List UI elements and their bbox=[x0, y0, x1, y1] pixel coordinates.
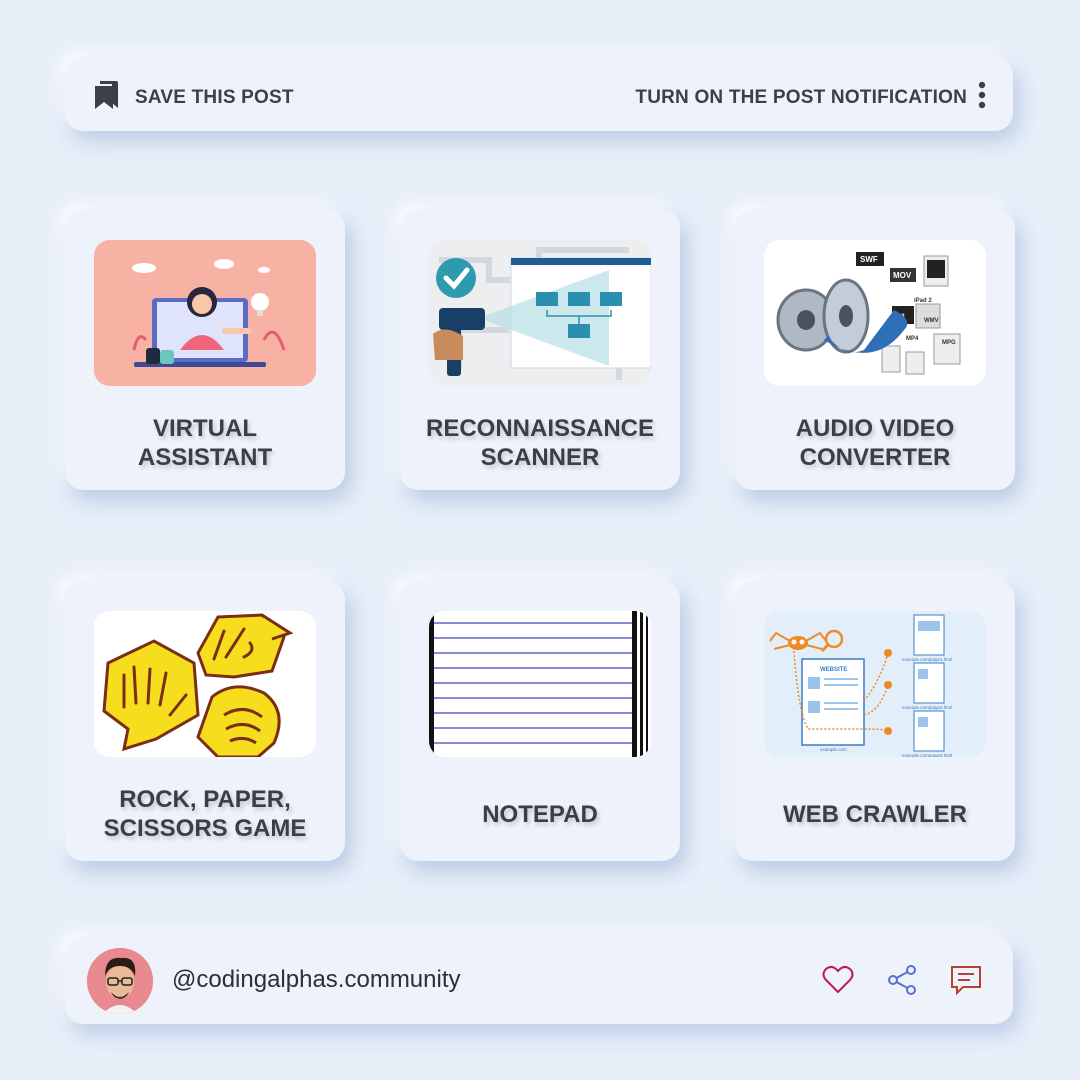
card-title: RECONNAISSANCE SCANNER bbox=[425, 415, 655, 471]
project-card-virtual-assistant[interactable]: VIRTUAL ASSISTANT bbox=[65, 210, 345, 490]
comment-icon[interactable] bbox=[949, 963, 983, 997]
page3-url-label: example.com/page3.html bbox=[902, 753, 952, 757]
format-label-mov: MOV bbox=[893, 271, 912, 280]
bookmark-icon bbox=[93, 80, 119, 115]
card-title: WEB CRAWLER bbox=[783, 800, 967, 828]
notification-toggle[interactable]: TURN ON THE POST NOTIFICATION bbox=[635, 81, 987, 114]
format-label-mp4: MP4 bbox=[906, 336, 919, 342]
avatar[interactable] bbox=[87, 948, 153, 1014]
project-card-rock-paper-scissors[interactable]: ROCK, PAPER, SCISSORS GAME bbox=[65, 581, 345, 861]
format-label-mpg: MPG bbox=[942, 340, 956, 346]
page1-url-label: example.com/page1.html bbox=[902, 657, 952, 662]
project-card-audio-video-converter[interactable]: SWF MOV iPad 2 WMV AVI MP4 MPG AUDIO VID… bbox=[735, 210, 1015, 490]
save-post-button[interactable]: SAVE THIS POST bbox=[93, 80, 294, 115]
share-icon[interactable] bbox=[885, 963, 919, 997]
card-title: NOTEPAD bbox=[482, 800, 598, 828]
project-card-web-crawler[interactable]: WEBSITE example.com/page1.html example.c… bbox=[735, 581, 1015, 861]
more-vertical-icon[interactable] bbox=[977, 81, 987, 114]
website-label: WEBSITE bbox=[820, 667, 847, 673]
project-card-reconnaissance-scanner[interactable]: RECONNAISSANCE SCANNER bbox=[400, 210, 680, 490]
author-bar: @codingalphas.community bbox=[65, 938, 1013, 1024]
project-card-notepad[interactable]: NOTEPAD bbox=[400, 581, 680, 861]
save-post-label: SAVE THIS POST bbox=[135, 86, 294, 108]
rock-paper-scissors-image bbox=[94, 611, 316, 757]
virtual-assistant-image bbox=[94, 240, 316, 386]
format-label-wmv: WMV bbox=[924, 318, 939, 324]
format-label-swf: SWF bbox=[860, 255, 878, 264]
format-label-ipad2: iPad 2 bbox=[914, 298, 932, 304]
card-title: AUDIO VIDEO CONVERTER bbox=[795, 415, 955, 471]
scanner-image bbox=[429, 240, 651, 386]
heart-icon[interactable] bbox=[821, 963, 855, 997]
example-com-label: example.com bbox=[820, 747, 847, 752]
web-crawler-image: WEBSITE example.com/page1.html example.c… bbox=[764, 611, 986, 757]
card-title: ROCK, PAPER, SCISSORS GAME bbox=[103, 786, 307, 842]
username[interactable]: @codingalphas.community bbox=[172, 966, 461, 994]
page2-url-label: example.com/page2.html bbox=[902, 705, 952, 710]
notification-label: TURN ON THE POST NOTIFICATION bbox=[635, 86, 967, 108]
notepad-image bbox=[429, 611, 651, 757]
card-title: VIRTUAL ASSISTANT bbox=[137, 415, 273, 471]
post-reactions bbox=[821, 963, 983, 997]
converter-image: SWF MOV iPad 2 WMV AVI MP4 MPG bbox=[764, 240, 986, 386]
post-actions-bar: SAVE THIS POST TURN ON THE POST NOTIFICA… bbox=[65, 57, 1013, 131]
